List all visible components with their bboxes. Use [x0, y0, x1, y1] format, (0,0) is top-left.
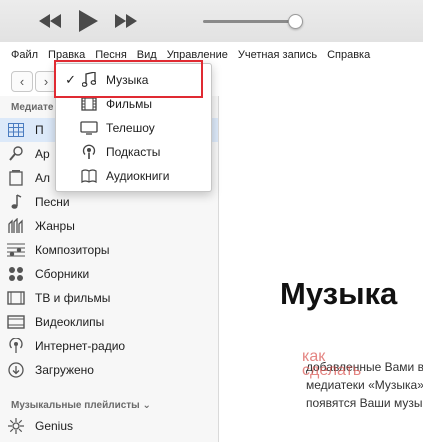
watermark-logo: как сделать — [302, 349, 362, 379]
sidebar-item-label: Сборники — [35, 267, 90, 281]
dropdown-item-audiobooks[interactable]: Аудиокниги — [56, 164, 211, 188]
sidebar-item-label: Ар — [35, 147, 50, 161]
sidebar-item-songs[interactable]: Песни — [0, 190, 218, 214]
description-line: медиатеки «Музыка» — [306, 378, 423, 392]
description-line: появятся Ваши музы — [306, 396, 423, 410]
tv-icon — [0, 291, 28, 305]
volume-slider-knob[interactable] — [288, 14, 303, 29]
video-icon — [0, 315, 28, 329]
player-bar — [0, 0, 423, 42]
sidebar-item-label: ТВ и фильмы — [35, 291, 111, 305]
dropdown-item-podcasts[interactable]: Подкасты — [56, 140, 211, 164]
page-title: Музыка — [280, 276, 398, 311]
menu-account[interactable]: Учетная запись — [233, 49, 322, 61]
dropdown-item-label: Телешоу — [106, 121, 155, 135]
sidebar-item-label: Genius — [35, 419, 74, 433]
microphone-icon — [0, 146, 28, 162]
sidebar-item-label: Жанры — [35, 219, 75, 233]
dropdown-item-label: Фильмы — [106, 97, 152, 111]
main-content: Музыка добавленные Вами в медиатеки «Муз… — [220, 96, 423, 442]
podcast-icon — [78, 144, 100, 160]
chevron-right-icon: › — [43, 74, 49, 89]
sidebar-item-label: Песни — [35, 195, 70, 209]
sidebar-item-label: Загружено — [35, 363, 94, 377]
rewind-icon[interactable] — [39, 10, 61, 32]
volume-slider-track[interactable] — [203, 20, 295, 23]
playlists-section-title[interactable]: Музыкальные плейлисты ⌄ — [11, 400, 151, 411]
watermark-line: сделать — [302, 362, 362, 379]
dropdown-item-tv-shows[interactable]: Телешоу — [56, 116, 211, 140]
sidebar-item-composers[interactable]: Композиторы — [0, 238, 218, 262]
sidebar-item-label: Видеоклипы — [35, 315, 105, 329]
play-icon[interactable] — [79, 10, 98, 32]
sidebar-item-label: П — [35, 123, 44, 137]
genius-icon — [0, 418, 28, 434]
menu-help[interactable]: Справка — [322, 49, 375, 61]
fast-forward-icon[interactable] — [115, 10, 137, 32]
sidebar-item-genres[interactable]: Жанры — [0, 214, 218, 238]
download-icon — [0, 362, 28, 378]
sidebar-item-label: Интернет-радио — [35, 339, 126, 353]
sidebar-item-internet-radio[interactable]: Интернет-радио — [0, 334, 218, 358]
back-button[interactable]: ‹ — [11, 71, 33, 92]
audiobook-icon — [78, 169, 100, 183]
compilations-icon — [0, 266, 28, 282]
library-section-title: Медиате — [11, 102, 54, 113]
sidebar-item-downloaded[interactable]: Загружено — [0, 358, 218, 382]
sidebar-item-label: Композиторы — [35, 243, 110, 257]
radio-icon — [0, 338, 28, 354]
sidebar-item-label: Ал — [35, 171, 51, 185]
dropdown-item-label: Аудиокниги — [106, 169, 170, 183]
sidebar-item-genius[interactable]: Genius — [0, 414, 218, 438]
composers-icon — [0, 243, 28, 257]
menu-file[interactable]: Файл — [0, 49, 43, 61]
sidebar-item-videos[interactable]: Видеоклипы — [0, 310, 218, 334]
highlight-annotation — [54, 60, 203, 98]
genres-icon — [0, 218, 28, 234]
grid-icon — [0, 123, 28, 137]
sidebar-item-compilations[interactable]: Сборники — [0, 262, 218, 286]
album-icon — [0, 170, 28, 186]
note-icon — [0, 194, 28, 210]
chevron-left-icon: ‹ — [19, 74, 25, 89]
film-icon — [78, 97, 100, 111]
dropdown-item-label: Подкасты — [106, 145, 161, 159]
tv-icon — [78, 121, 100, 135]
sidebar-item-tv-movies[interactable]: ТВ и фильмы — [0, 286, 218, 310]
